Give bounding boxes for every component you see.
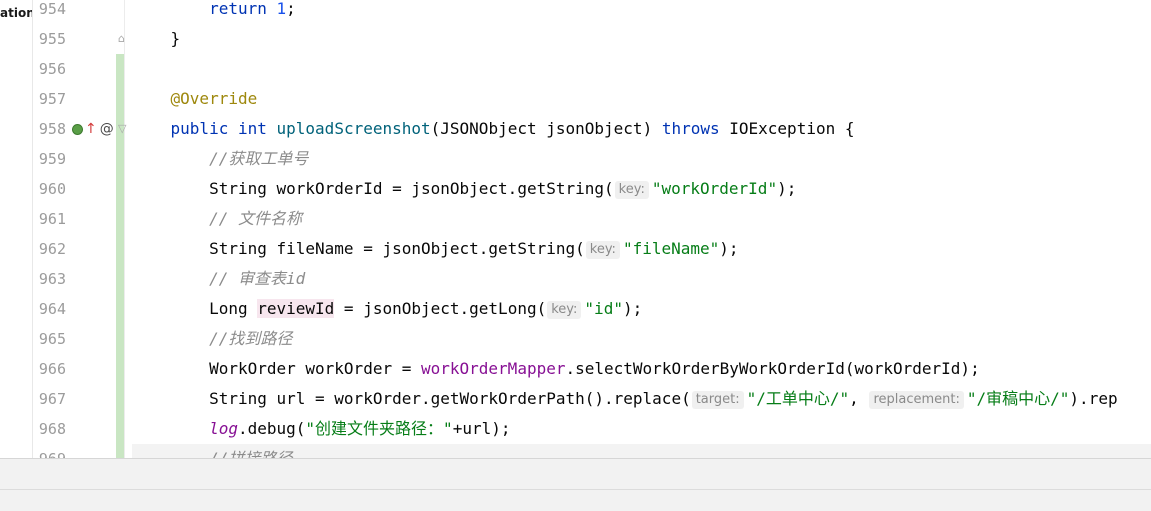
code-line-961[interactable]: // 文件名称 (132, 204, 1151, 234)
code-line-954[interactable]: return 1; (132, 0, 1151, 24)
line-number: 965 (38, 330, 66, 348)
code-editor[interactable]: return 1; } @Override public int uploadS… (132, 0, 1151, 458)
line-number: 966 (38, 360, 66, 378)
code-line-965[interactable]: //找到路径 (132, 324, 1151, 354)
code-line-969-current[interactable]: //拼接路径 (132, 444, 1151, 458)
line-number: 955 (38, 30, 66, 48)
project-tree-label-fragment[interactable]: ation (0, 6, 32, 20)
bottom-tool-window-bar[interactable] (0, 458, 1151, 511)
line-number: 968 (38, 420, 66, 438)
code-line-968[interactable]: log.debug("创建文件夹路径："+url); (132, 414, 1151, 444)
parameter-hint: key: (614, 181, 649, 199)
fold-end-icon[interactable]: ⌂ (118, 24, 128, 54)
parameter-hint: key: (547, 301, 582, 319)
highlighted-variable[interactable]: reviewId (257, 299, 335, 318)
status-bar-divider (0, 489, 1151, 490)
parameter-hint: key: (585, 241, 620, 259)
parameter-hint: target: (691, 391, 744, 409)
line-number: 959 (38, 150, 66, 168)
line-number: 962 (38, 240, 66, 258)
code-line-966[interactable]: WorkOrder workOrder = workOrderMapper.se… (132, 354, 1151, 384)
code-line-955[interactable]: } (132, 24, 1151, 54)
go-to-interface-arrow-icon[interactable]: ↑ (85, 121, 97, 137)
fold-gutter-line (124, 0, 125, 458)
implements-method-icon[interactable] (72, 123, 83, 135)
line-number: 957 (38, 90, 66, 108)
line-number: 964 (38, 300, 66, 318)
line-number: 960 (38, 180, 66, 198)
code-line-964[interactable]: Long reviewId = jsonObject.getLong(key: "… (132, 294, 1151, 324)
code-line-962[interactable]: String fileName = jsonObject.getString(k… (132, 234, 1151, 264)
code-line-957[interactable]: @Override (132, 84, 1151, 114)
override-annotation-icon[interactable]: @ (100, 121, 114, 137)
line-number: 954 (38, 0, 66, 18)
code-line-959[interactable]: //获取工单号 (132, 144, 1151, 174)
line-number: 956 (38, 60, 66, 78)
code-line-967[interactable]: String url = workOrder.getWorkOrderPath(… (132, 384, 1151, 414)
code-line-960[interactable]: String workOrderId = jsonObject.getStrin… (132, 174, 1151, 204)
line-number: 961 (38, 210, 66, 228)
project-tool-window-edge[interactable]: ation (0, 0, 33, 458)
gutter-icons-958: ↑ @ (72, 114, 114, 144)
line-number: 967 (38, 390, 66, 408)
code-line-963[interactable]: // 审查表id (132, 264, 1151, 294)
line-number: 958 (38, 120, 66, 138)
fold-start-icon[interactable]: ▽ (118, 114, 128, 144)
code-line-958[interactable]: public int uploadScreenshot(JSONObject j… (132, 114, 1151, 144)
parameter-hint: replacement: (869, 391, 964, 409)
line-number: 963 (38, 270, 66, 288)
code-line-956[interactable] (132, 54, 1151, 84)
